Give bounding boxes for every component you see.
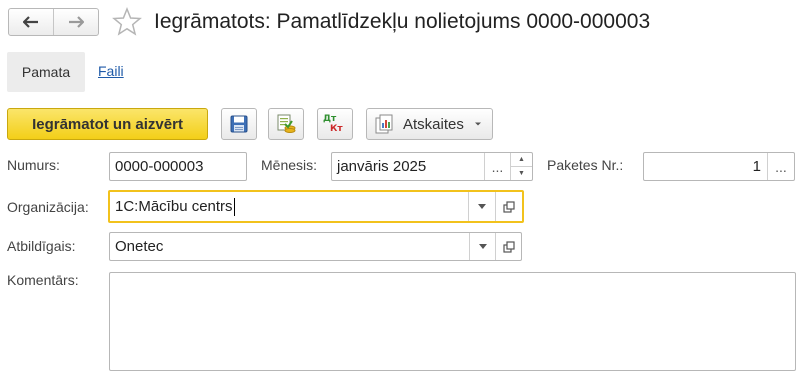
package-field[interactable]: 1 ... [643, 152, 795, 181]
forward-button[interactable] [53, 9, 98, 35]
dt-kt-icon: Дт Кт [322, 113, 348, 135]
post-document-icon [277, 114, 296, 133]
page-title: Iegrāmatots: Pamatlīdzekļu nolietojums 0… [154, 10, 651, 33]
favorite-star-icon[interactable] [112, 7, 142, 37]
number-label: Numurs: [7, 157, 60, 173]
month-value: janvāris 2025 [337, 158, 427, 175]
month-spinner[interactable]: ▲ ▼ [510, 153, 532, 180]
post-and-close-button[interactable]: Iegrāmatot un aizvērt [7, 108, 208, 140]
reports-icon [375, 114, 393, 134]
organization-label: Organizācija: [7, 199, 89, 215]
open-in-new-icon [502, 240, 515, 253]
kt-label: Кт [330, 124, 343, 134]
dropdown-arrow-icon [478, 244, 487, 249]
tab-main[interactable]: Pamata [7, 52, 85, 92]
navigation-buttons [8, 8, 99, 36]
package-label: Paketes Nr.: [547, 157, 624, 173]
save-button[interactable] [221, 108, 257, 140]
chevron-down-icon [474, 122, 481, 126]
reports-label: Atskaites [403, 115, 464, 133]
number-value: 0000-000003 [115, 158, 204, 175]
month-label: Mēnesis: [261, 157, 318, 173]
reports-button[interactable]: Atskaites [366, 108, 493, 140]
tab-files[interactable]: Faili [98, 63, 124, 79]
organization-field[interactable]: 1C:Mācību centrs [108, 190, 524, 223]
number-field[interactable]: 0000-000003 [109, 152, 247, 181]
back-button[interactable] [9, 9, 53, 35]
package-value: 1 [752, 158, 761, 175]
organization-value: 1C:Mācību centrs [115, 198, 233, 215]
dt-kt-button[interactable]: Дт Кт [317, 108, 353, 140]
responsible-label: Atbildīgais: [7, 238, 76, 254]
comment-label: Komentārs: [7, 272, 79, 288]
back-arrow-icon [23, 16, 38, 28]
responsible-dropdown-button[interactable] [469, 233, 495, 260]
package-select-button[interactable]: ... [767, 153, 794, 180]
dropdown-arrow-icon [478, 204, 486, 209]
organization-open-button[interactable] [495, 192, 522, 221]
month-up-button[interactable]: ▲ [511, 153, 532, 166]
month-select-button[interactable]: ... [484, 153, 510, 180]
comment-textarea[interactable] [109, 272, 796, 371]
month-field[interactable]: janvāris 2025 ... ▲ ▼ [331, 152, 533, 181]
forward-arrow-icon [69, 16, 84, 28]
dt-label: Дт [323, 114, 337, 124]
month-down-button[interactable]: ▼ [511, 166, 532, 180]
text-cursor [233, 197, 235, 216]
responsible-open-button[interactable] [495, 233, 521, 260]
responsible-value: Onetec [115, 238, 164, 255]
organization-dropdown-button[interactable] [468, 192, 495, 221]
open-in-new-icon [503, 200, 515, 213]
floppy-disk-icon [230, 115, 248, 133]
post-button[interactable] [268, 108, 304, 140]
responsible-field[interactable]: Onetec [109, 232, 522, 261]
